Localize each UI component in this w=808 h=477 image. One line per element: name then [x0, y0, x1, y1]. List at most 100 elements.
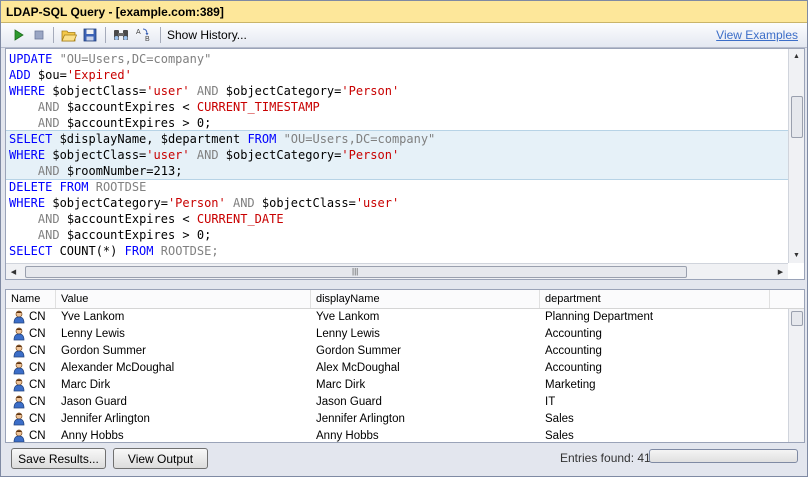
table-row[interactable]: CN Lenny Lewis Lenny Lewis Accounting — [6, 326, 788, 343]
code-token-plain: $accountExpires > 0; — [59, 116, 212, 130]
user-icon — [13, 412, 25, 426]
scroll-up-arrow-icon[interactable]: ▲ — [789, 49, 804, 64]
cell-value: Yve Lankom — [61, 311, 125, 323]
cell-name: CN — [29, 379, 46, 391]
table-row[interactable]: CN Alexander McDoughal Alex McDoughal Accou… — [6, 360, 788, 377]
code-token-lit: AND — [37, 212, 60, 226]
cell-name: CN — [29, 311, 46, 323]
results-vertical-scroll-thumb[interactable] — [791, 311, 803, 326]
column-header-displayname[interactable]: displayName — [311, 290, 540, 308]
code-line[interactable]: UPDATE "OU=Users,DC=company" — [6, 51, 788, 67]
code-area[interactable]: UPDATE "OU=Users,DC=company" ADD $ou='Exp… — [6, 51, 788, 259]
code-line[interactable]: ADD $ou='Expired' — [6, 67, 788, 83]
view-examples-link[interactable]: View Examples — [716, 28, 798, 42]
code-line[interactable]: SELECT COUNT(*) FROM ROOTDSE; — [6, 243, 788, 259]
code-line[interactable]: WHERE $objectCategory='Person' AND $obje… — [6, 195, 788, 211]
code-line[interactable]: AND $accountExpires > 0; — [6, 227, 788, 243]
editor-horizontal-scrollbar[interactable]: ◀ ||| ▶ — [6, 263, 788, 279]
cell-value: Alexander McDoughal — [61, 362, 175, 374]
cell-name: CN — [29, 328, 46, 340]
query-editor[interactable]: UPDATE "OU=Users,DC=company" ADD $ou='Exp… — [5, 48, 805, 280]
show-history-button[interactable]: Show History... — [167, 28, 247, 42]
editor-vertical-scrollbar[interactable]: ▲ ▼ — [788, 49, 804, 263]
table-row[interactable]: CN Marc Dirk Marc Dirk Marketing — [6, 377, 788, 394]
status-bar: Save Results... View Output Entries foun… — [1, 442, 807, 476]
code-line[interactable]: AND $accountExpires > 0; — [6, 115, 788, 131]
cell-department: Accounting — [545, 328, 602, 340]
cell-name: CN — [29, 396, 46, 408]
code-line[interactable]: WHERE $objectClass='user' AND $objectCat… — [6, 83, 788, 99]
code-token-plain: $objectCategory= — [218, 148, 342, 162]
code-token-lit: ROOTDSE — [88, 180, 147, 194]
code-token-lit: AND — [196, 148, 219, 162]
code-token-lit: "OU=Users,DC=company" — [52, 52, 212, 66]
code-token-str: 'user' — [146, 148, 190, 162]
code-line[interactable]: AND $accountExpires < CURRENT_DATE — [6, 211, 788, 227]
table-row[interactable]: CN Yve Lankom Yve Lankom Planning Departmen… — [6, 309, 788, 326]
stop-icon[interactable] — [30, 26, 48, 44]
code-line[interactable]: DELETE FROM ROOTDSE — [6, 179, 788, 195]
code-token-plain: $accountExpires > 0; — [59, 228, 212, 242]
cell-department: Planning Department — [545, 311, 654, 323]
cell-name: CN — [29, 362, 46, 374]
scroll-down-arrow-icon[interactable]: ▼ — [789, 248, 804, 263]
table-row[interactable]: CN Gordon Summer Gordon Summer Accounting — [6, 343, 788, 360]
user-icon — [13, 361, 25, 375]
results-header: Name Value displayName department — [6, 290, 804, 309]
cell-displayname: Anny Hobbs — [316, 430, 379, 442]
cell-displayname: Marc Dirk — [316, 379, 366, 391]
table-row[interactable]: CN Jason Guard Jason Guard IT — [6, 394, 788, 411]
table-row[interactable]: CN Anny Hobbs Anny Hobbs Sales — [6, 428, 788, 442]
view-output-button[interactable]: View Output — [113, 448, 208, 469]
code-token-plain: $ou= — [30, 68, 67, 82]
code-token-plain: $displayName, $department — [52, 132, 248, 146]
save-results-button[interactable]: Save Results... — [11, 448, 106, 469]
code-token-plain: $roomNumber=213; — [59, 164, 183, 178]
code-token-str: CURRENT_DATE — [196, 212, 284, 226]
open-folder-icon[interactable] — [60, 26, 78, 44]
code-token-kw: WHERE — [9, 84, 46, 98]
user-icon — [13, 395, 25, 409]
user-icon — [13, 378, 25, 392]
code-line[interactable]: AND $accountExpires < CURRENT_TIMESTAMP — [6, 99, 788, 115]
code-token-kw: FROM — [59, 180, 89, 194]
scroll-right-arrow-icon[interactable]: ▶ — [773, 264, 788, 279]
column-header-name[interactable]: Name — [6, 290, 56, 308]
code-line[interactable]: SELECT $displayName, $department FROM "O… — [6, 131, 788, 147]
cell-displayname: Jennifer Arlington — [316, 413, 405, 425]
run-icon[interactable] — [10, 26, 28, 44]
replace-icon[interactable]: AB — [134, 26, 154, 44]
table-row[interactable]: CN Jennifer Arlington Jennifer Arlington Sa… — [6, 411, 788, 428]
code-token-kw: ADD — [9, 68, 31, 82]
results-rows: CN Yve Lankom Yve Lankom Planning Departmen… — [6, 309, 788, 442]
code-token-lit: AND — [232, 196, 255, 210]
column-header-department[interactable]: department — [540, 290, 770, 308]
cell-displayname: Alex McDoughal — [316, 362, 400, 374]
user-icon — [13, 327, 25, 341]
column-header-value[interactable]: Value — [56, 290, 311, 308]
code-token-kw: FROM — [247, 132, 277, 146]
code-token-kw: SELECT — [9, 244, 53, 258]
cell-department: IT — [545, 396, 556, 408]
code-line[interactable]: WHERE $objectClass='user' AND $objectCat… — [6, 147, 788, 163]
scroll-grip-icon: ||| — [352, 267, 359, 276]
code-token-plain: COUNT(*) — [52, 244, 125, 258]
code-token-plain: $objectCategory= — [218, 84, 342, 98]
results-grid[interactable]: Name Value displayName department CN Yve … — [5, 289, 805, 443]
toolbar: AB Show History... View Examples — [1, 23, 807, 48]
user-icon — [13, 344, 25, 358]
results-vertical-scrollbar[interactable] — [788, 309, 804, 442]
code-line[interactable]: AND $roomNumber=213; — [6, 163, 788, 179]
code-token-kw: DELETE — [9, 180, 53, 194]
find-icon[interactable] — [112, 26, 130, 44]
scroll-left-arrow-icon[interactable]: ◀ — [6, 264, 21, 279]
save-icon[interactable] — [81, 26, 99, 44]
editor-vertical-scroll-thumb[interactable] — [791, 96, 803, 138]
code-token-str: 'Person' — [341, 148, 400, 162]
cell-value: Lenny Lewis — [61, 328, 125, 340]
svg-text:A: A — [136, 29, 141, 36]
editor-horizontal-scroll-thumb[interactable]: ||| — [25, 266, 687, 278]
